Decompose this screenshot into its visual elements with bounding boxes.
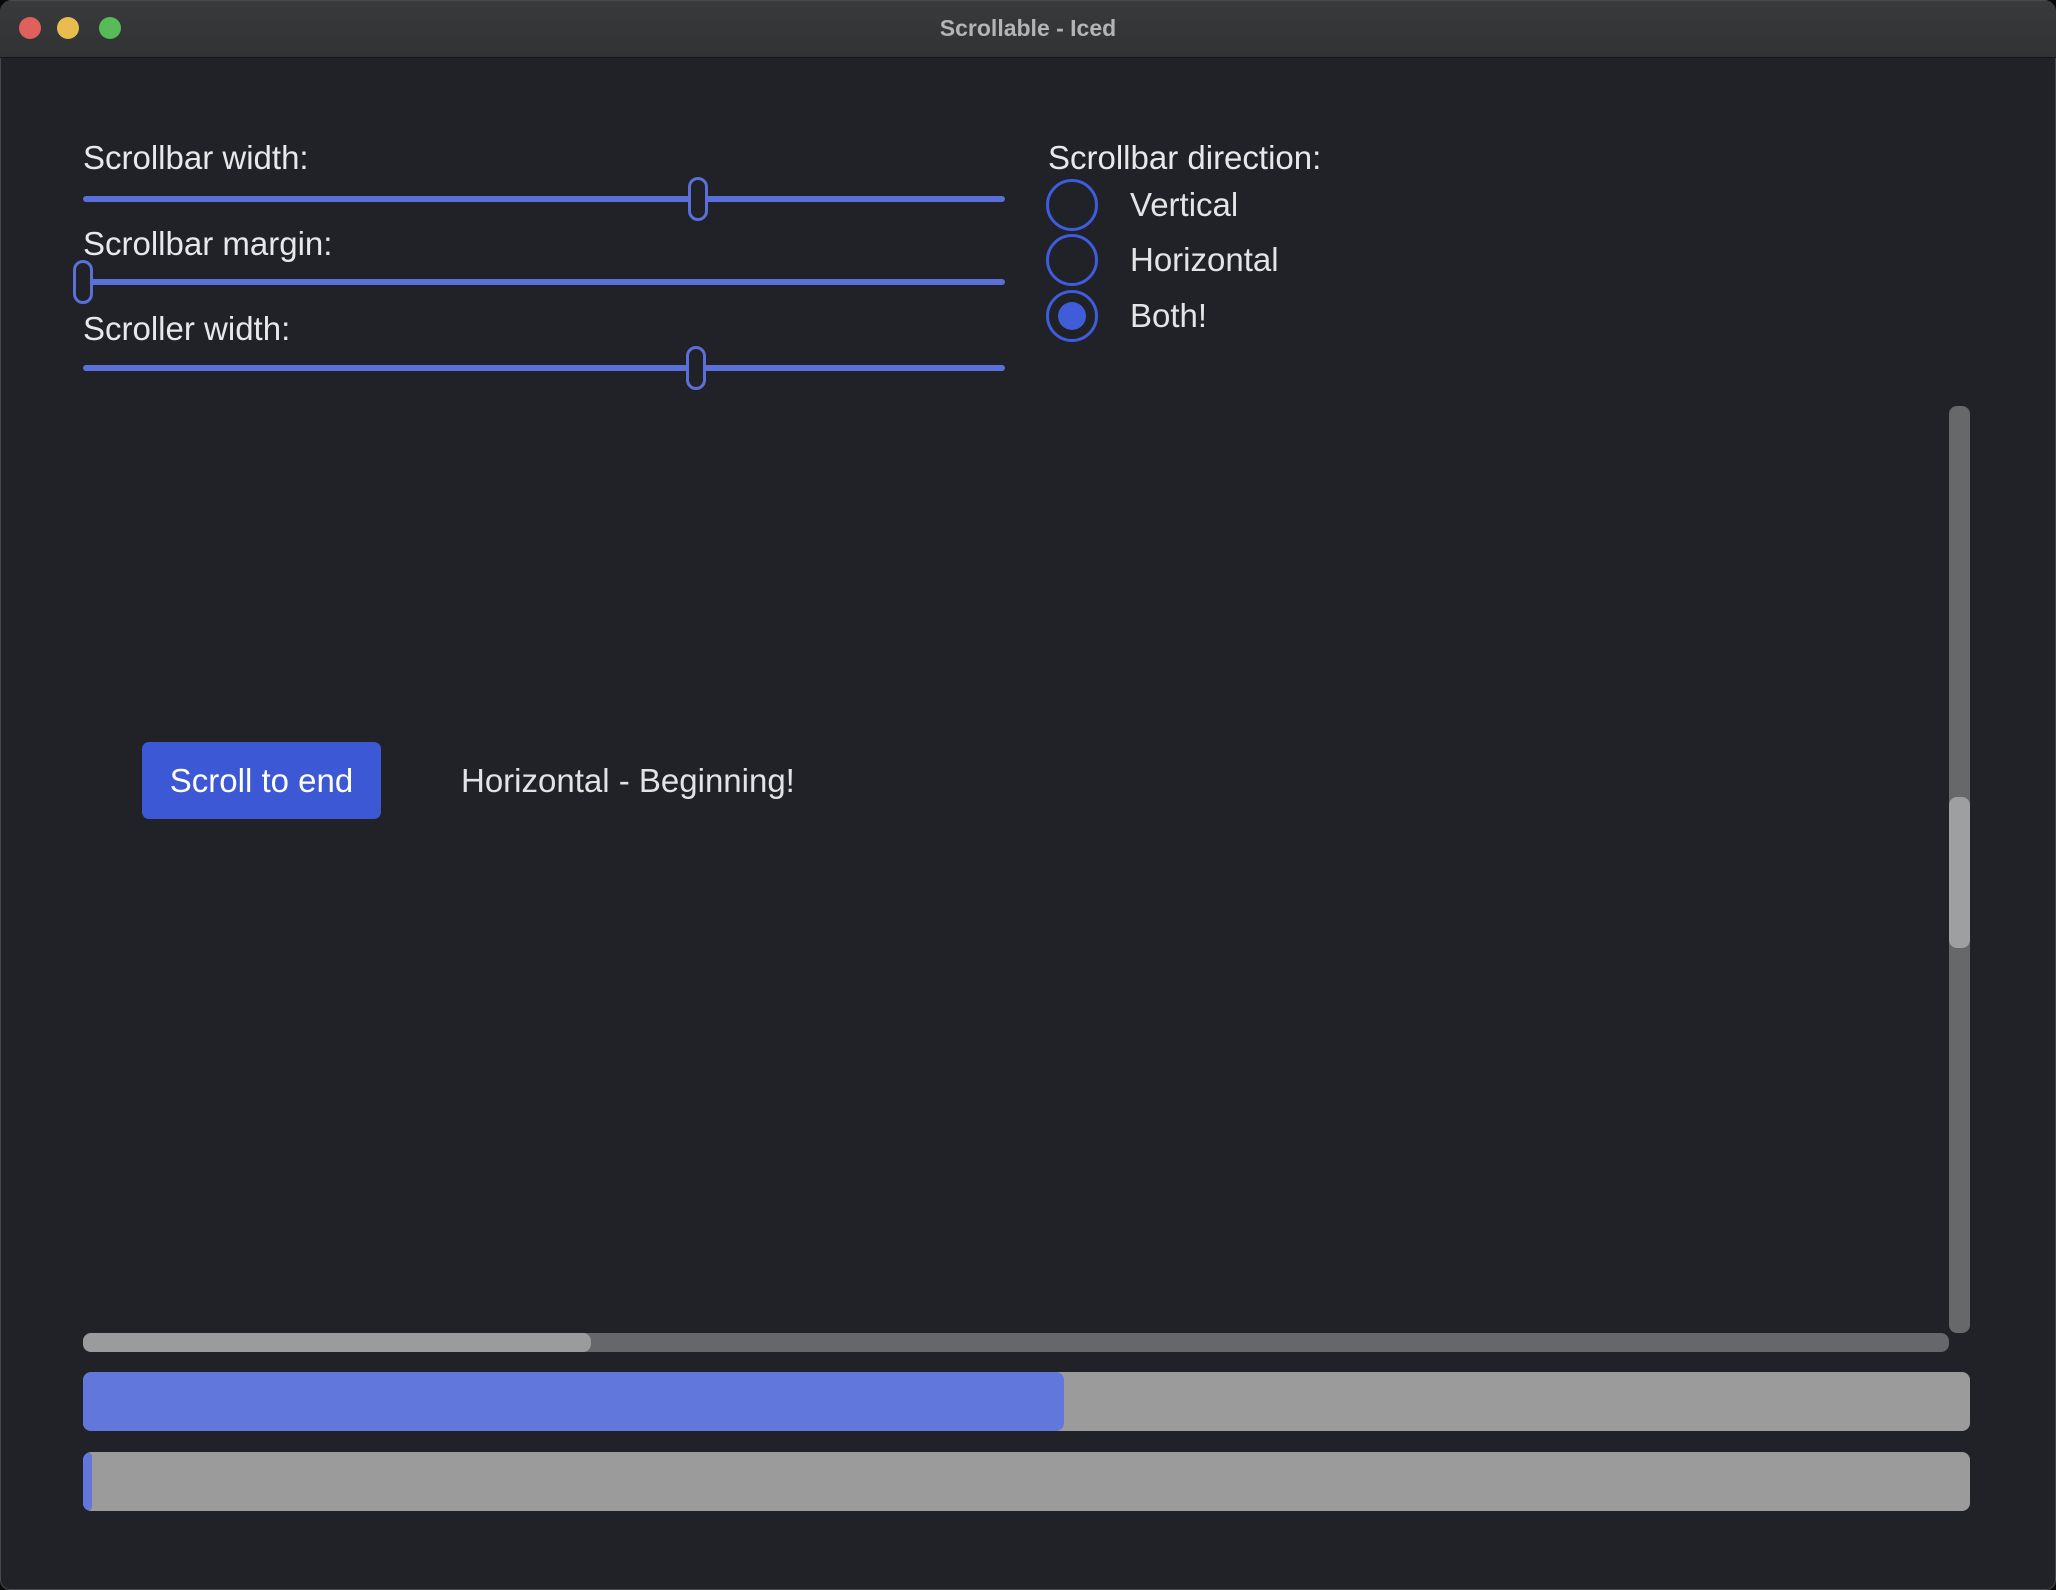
slider-track[interactable]	[83, 279, 1005, 285]
slider-handle[interactable]	[73, 260, 93, 304]
scrollbar-margin-label: Scrollbar margin:	[83, 224, 332, 264]
progress-fill	[83, 1372, 1064, 1431]
radio-vertical-label: Vertical	[1130, 179, 1238, 231]
horizontal-scrollbar-rail[interactable]	[83, 1333, 1949, 1352]
scroll-status-text: Horizontal - Beginning!	[461, 761, 795, 801]
vertical-scrollbar-thumb[interactable]	[1949, 797, 1970, 948]
radio-horizontal-label: Horizontal	[1130, 234, 1279, 286]
app-window: Scrollable - Iced Scrollbar width: Scrol…	[0, 0, 2056, 1590]
scrollbar-margin-slider[interactable]	[83, 260, 1005, 304]
vertical-progress-bar	[83, 1452, 1970, 1511]
scroll-to-end-button[interactable]: Scroll to end	[142, 742, 381, 819]
scroller-width-slider[interactable]	[83, 346, 1005, 390]
radio-circle-icon[interactable]	[1046, 290, 1098, 342]
slider-handle[interactable]	[686, 346, 706, 390]
radio-circle-icon[interactable]	[1046, 179, 1098, 231]
slider-track[interactable]	[83, 365, 1005, 371]
scrollbar-width-slider[interactable]	[83, 177, 1005, 221]
radio-both-label: Both!	[1130, 290, 1207, 342]
vertical-scrollbar-rail[interactable]	[1949, 406, 1970, 1333]
radio-circle-icon[interactable]	[1046, 234, 1098, 286]
scrollbar-direction-label: Scrollbar direction:	[1048, 138, 1321, 178]
horizontal-progress-bar	[83, 1372, 1970, 1431]
slider-track[interactable]	[83, 196, 1005, 202]
scroller-width-label: Scroller width:	[83, 309, 290, 349]
title-bar[interactable]: Scrollable - Iced	[0, 0, 2056, 58]
horizontal-scrollbar-thumb[interactable]	[83, 1333, 591, 1352]
progress-fill	[83, 1452, 92, 1511]
window-title: Scrollable - Iced	[0, 0, 2056, 57]
scrollbar-width-label: Scrollbar width:	[83, 138, 309, 178]
slider-handle[interactable]	[688, 177, 708, 221]
